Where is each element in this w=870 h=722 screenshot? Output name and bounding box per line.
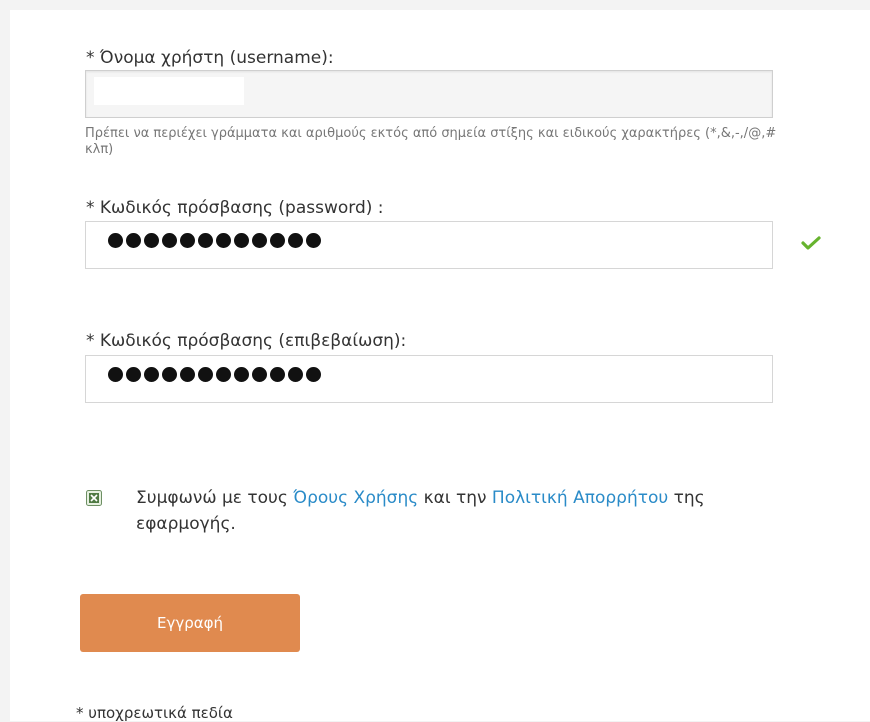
mask-dot bbox=[126, 233, 141, 248]
username-input[interactable] bbox=[85, 70, 773, 118]
terms-of-use-link[interactable]: Όρους Χρήσης bbox=[293, 488, 418, 508]
password-confirm-input[interactable] bbox=[85, 355, 773, 403]
password-masked-value bbox=[108, 233, 321, 249]
mask-dot bbox=[270, 367, 285, 382]
password-label: * Κωδικός πρόσβασης (password) : bbox=[86, 198, 384, 218]
mask-dot bbox=[198, 367, 213, 382]
mask-dot bbox=[126, 367, 141, 382]
check-icon bbox=[801, 236, 821, 250]
mask-dot bbox=[144, 367, 159, 382]
username-label: * Όνομα χρήστη (username): bbox=[86, 48, 334, 68]
privacy-policy-link[interactable]: Πολιτική Απορρήτου bbox=[492, 488, 668, 508]
password-input[interactable] bbox=[85, 221, 773, 269]
mask-dot bbox=[288, 367, 303, 382]
mask-dot bbox=[108, 367, 123, 382]
mask-dot bbox=[306, 233, 321, 248]
mask-dot bbox=[216, 233, 231, 248]
register-button[interactable]: Εγγραφή bbox=[80, 594, 300, 652]
mask-dot bbox=[252, 233, 267, 248]
username-value-mask bbox=[94, 77, 244, 105]
mask-dot bbox=[234, 367, 249, 382]
terms-checkbox[interactable] bbox=[86, 490, 102, 506]
username-hint: Πρέπει να περιέχει γράμματα και αριθμούς… bbox=[85, 126, 777, 157]
terms-text: Συμφωνώ με τους Όρους Χρήσης και την Πολ… bbox=[136, 485, 756, 537]
mask-dot bbox=[198, 233, 213, 248]
mask-dot bbox=[306, 367, 321, 382]
terms-text-middle: και την bbox=[418, 488, 492, 508]
password-confirm-masked-value bbox=[108, 367, 321, 383]
mask-dot bbox=[144, 233, 159, 248]
mask-dot bbox=[234, 233, 249, 248]
mask-dot bbox=[216, 367, 231, 382]
mask-dot bbox=[288, 233, 303, 248]
registration-panel: * Όνομα χρήστη (username): Πρέπει να περ… bbox=[10, 10, 870, 722]
mask-dot bbox=[162, 367, 177, 382]
password-confirm-label: * Κωδικός πρόσβασης (επιβεβαίωση): bbox=[86, 331, 407, 351]
required-fields-note: * υποχρεωτικά πεδία bbox=[76, 704, 233, 722]
mask-dot bbox=[162, 233, 177, 248]
mask-dot bbox=[270, 233, 285, 248]
mask-dot bbox=[180, 233, 195, 248]
mask-dot bbox=[108, 233, 123, 248]
mask-dot bbox=[252, 367, 267, 382]
terms-text-before: Συμφωνώ με τους bbox=[136, 488, 294, 508]
mask-dot bbox=[180, 367, 195, 382]
